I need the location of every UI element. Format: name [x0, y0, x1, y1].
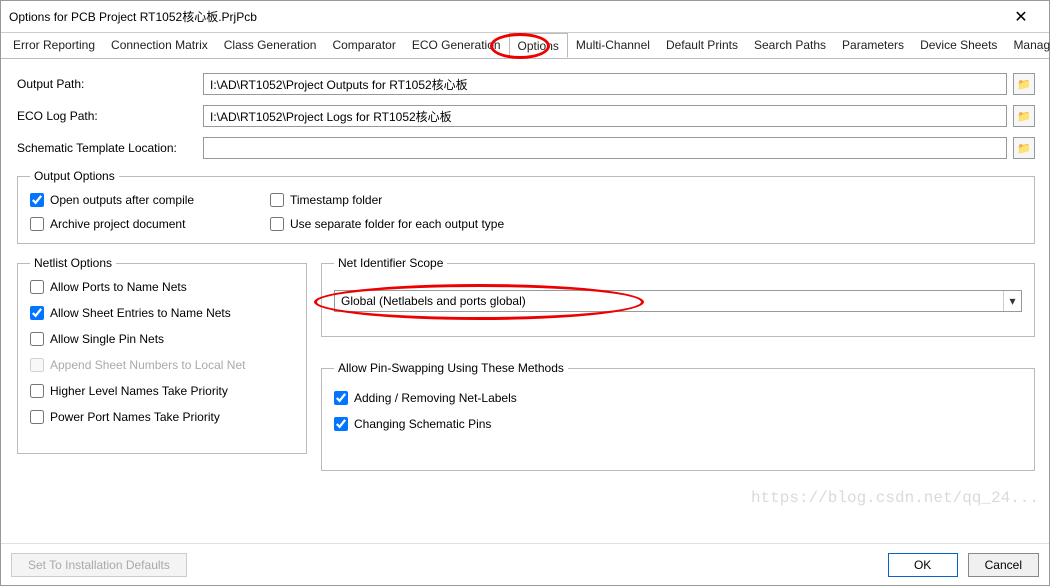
content-area: Output Path: 📁 ECO Log Path: 📁 Schematic…: [1, 59, 1049, 543]
open-outputs-checkbox[interactable]: Open outputs after compile: [30, 193, 250, 207]
netlist-options-group: Netlist Options Allow Ports to Name Nets…: [17, 256, 307, 454]
power-port-names-label: Power Port Names Take Priority: [50, 410, 220, 424]
net-identifier-scope-group: Net Identifier Scope Global (Netlabels a…: [321, 256, 1035, 337]
tab-default-prints[interactable]: Default Prints: [658, 33, 746, 58]
eco-path-row: ECO Log Path: 📁: [17, 105, 1035, 127]
archive-project-checkbox[interactable]: Archive project document: [30, 217, 250, 231]
tab-search-paths[interactable]: Search Paths: [746, 33, 834, 58]
higher-level-names-checkbox[interactable]: Higher Level Names Take Priority: [30, 384, 294, 398]
tab-error-reporting[interactable]: Error Reporting: [5, 33, 103, 58]
allow-sheet-entries-label: Allow Sheet Entries to Name Nets: [50, 306, 231, 320]
ok-button[interactable]: OK: [888, 553, 958, 577]
tab-eco-generation[interactable]: ECO Generation: [404, 33, 509, 58]
allow-ports-checkbox[interactable]: Allow Ports to Name Nets: [30, 280, 294, 294]
tabs-container: Error Reporting Connection Matrix Class …: [1, 33, 1049, 59]
tab-comparator[interactable]: Comparator: [324, 33, 403, 58]
tab-class-generation[interactable]: Class Generation: [216, 33, 325, 58]
separate-folder-input[interactable]: [270, 217, 284, 231]
output-options-legend: Output Options: [30, 169, 119, 183]
right-column: Net Identifier Scope Global (Netlabels a…: [321, 256, 1035, 483]
scope-selected-text: Global (Netlabels and ports global): [335, 294, 1003, 308]
pin-swapping-legend: Allow Pin-Swapping Using These Methods: [334, 361, 568, 375]
append-sheet-numbers-input: [30, 358, 44, 372]
output-path-browse-icon[interactable]: 📁: [1013, 73, 1035, 95]
schematic-template-browse-icon[interactable]: 📁: [1013, 137, 1035, 159]
allow-sheet-entries-checkbox[interactable]: Allow Sheet Entries to Name Nets: [30, 306, 294, 320]
eco-path-input[interactable]: [203, 105, 1007, 127]
tab-multi-channel[interactable]: Multi-Channel: [568, 33, 658, 58]
allow-ports-input[interactable]: [30, 280, 44, 294]
footer: Set To Installation Defaults OK Cancel: [1, 543, 1049, 585]
power-port-names-checkbox[interactable]: Power Port Names Take Priority: [30, 410, 294, 424]
changing-pins-checkbox[interactable]: Changing Schematic Pins: [334, 417, 1022, 431]
allow-single-pin-checkbox[interactable]: Allow Single Pin Nets: [30, 332, 294, 346]
pin-swapping-list: Adding / Removing Net-Labels Changing Sc…: [334, 391, 1022, 431]
timestamp-folder-input[interactable]: [270, 193, 284, 207]
pin-swapping-group: Allow Pin-Swapping Using These Methods A…: [321, 361, 1035, 471]
schematic-template-row: Schematic Template Location: 📁: [17, 137, 1035, 159]
output-options-grid: Open outputs after compile Timestamp fol…: [30, 193, 1022, 231]
adding-netlabels-input[interactable]: [334, 391, 348, 405]
schematic-template-label: Schematic Template Location:: [17, 141, 197, 155]
tab-managed-output[interactable]: Managed O: [1005, 33, 1050, 58]
archive-project-label: Archive project document: [50, 217, 185, 231]
timestamp-folder-checkbox[interactable]: Timestamp folder: [270, 193, 1022, 207]
net-identifier-scope-legend: Net Identifier Scope: [334, 256, 447, 270]
tab-connection-matrix[interactable]: Connection Matrix: [103, 33, 216, 58]
eco-path-label: ECO Log Path:: [17, 109, 197, 123]
adding-netlabels-checkbox[interactable]: Adding / Removing Net-Labels: [334, 391, 1022, 405]
adding-netlabels-label: Adding / Removing Net-Labels: [354, 391, 517, 405]
higher-level-names-label: Higher Level Names Take Priority: [50, 384, 228, 398]
open-outputs-label: Open outputs after compile: [50, 193, 194, 207]
allow-single-pin-input[interactable]: [30, 332, 44, 346]
set-defaults-button: Set To Installation Defaults: [11, 553, 187, 577]
tabs-row: Error Reporting Connection Matrix Class …: [1, 33, 1049, 59]
changing-pins-label: Changing Schematic Pins: [354, 417, 491, 431]
eco-path-browse-icon[interactable]: 📁: [1013, 105, 1035, 127]
netlist-options-list: Allow Ports to Name Nets Allow Sheet Ent…: [30, 280, 294, 424]
allow-ports-label: Allow Ports to Name Nets: [50, 280, 187, 294]
changing-pins-input[interactable]: [334, 417, 348, 431]
tab-parameters[interactable]: Parameters: [834, 33, 912, 58]
archive-project-input[interactable]: [30, 217, 44, 231]
dialog-window: Options for PCB Project RT1052核心板.PrjPcb…: [0, 0, 1050, 586]
tab-options[interactable]: Options: [509, 33, 568, 58]
allow-sheet-entries-input[interactable]: [30, 306, 44, 320]
netlist-options-legend: Netlist Options: [30, 256, 116, 270]
output-path-input[interactable]: [203, 73, 1007, 95]
power-port-names-input[interactable]: [30, 410, 44, 424]
timestamp-folder-label: Timestamp folder: [290, 193, 382, 207]
cancel-button[interactable]: Cancel: [968, 553, 1039, 577]
lower-columns: Netlist Options Allow Ports to Name Nets…: [17, 256, 1035, 483]
separate-folder-checkbox[interactable]: Use separate folder for each output type: [270, 217, 1022, 231]
chevron-down-icon[interactable]: ▾: [1003, 291, 1021, 311]
close-icon[interactable]: ✕: [1001, 7, 1041, 27]
tab-device-sheets[interactable]: Device Sheets: [912, 33, 1005, 58]
scope-select[interactable]: Global (Netlabels and ports global) ▾: [334, 290, 1022, 312]
window-title: Options for PCB Project RT1052核心板.PrjPcb: [9, 8, 1001, 25]
output-path-label: Output Path:: [17, 77, 197, 91]
watermark-text: https://blog.csdn.net/qq_24...: [751, 489, 1039, 507]
open-outputs-input[interactable]: [30, 193, 44, 207]
schematic-template-input[interactable]: [203, 137, 1007, 159]
titlebar: Options for PCB Project RT1052核心板.PrjPcb…: [1, 1, 1049, 33]
separate-folder-label: Use separate folder for each output type: [290, 217, 504, 231]
output-options-group: Output Options Open outputs after compil…: [17, 169, 1035, 244]
append-sheet-numbers-checkbox: Append Sheet Numbers to Local Net: [30, 358, 294, 372]
allow-single-pin-label: Allow Single Pin Nets: [50, 332, 164, 346]
append-sheet-numbers-label: Append Sheet Numbers to Local Net: [50, 358, 245, 372]
output-path-row: Output Path: 📁: [17, 73, 1035, 95]
higher-level-names-input[interactable]: [30, 384, 44, 398]
